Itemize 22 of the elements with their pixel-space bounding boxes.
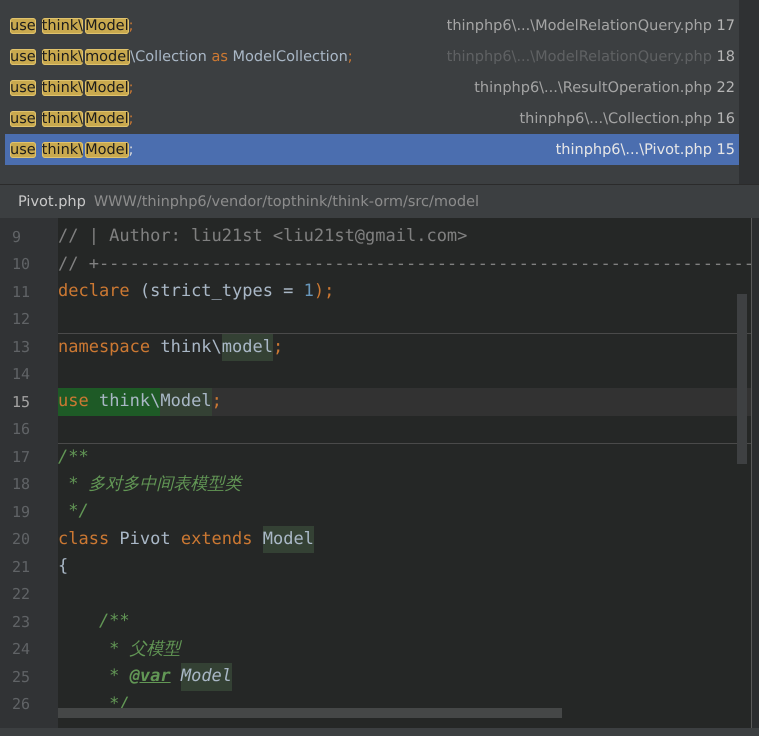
code-line: // | Author: liu21st <liu21st@gmail.com> — [58, 225, 468, 248]
line-number: 15 — [12, 392, 30, 411]
code-line: * 父模型 — [108, 638, 181, 660]
code-line: namespace think\model; — [58, 334, 284, 361]
usage-row[interactable]: use think\Model; thinphp6\...\ResultOperation.php 22 — [5, 72, 739, 103]
usage-row[interactable]: use think\Model; thinphp6\...\Pivot.php 15 — [5, 134, 739, 165]
code-line: * @var Model — [58, 663, 232, 690]
horizontal-scrollbar[interactable] — [58, 708, 562, 718]
usage-row[interactable]: use think\Model; thinphp6\...\Collection.php 16 — [5, 103, 739, 134]
code-line: { — [58, 555, 68, 578]
code-line: class Pivot extends Model — [58, 526, 314, 553]
code-line: /** — [98, 610, 130, 633]
vertical-scrollbar[interactable] — [737, 294, 747, 464]
usage-row[interactable]: use think\Model; thinphp6\...\ModelRelationQuery.php 17 — [5, 10, 739, 41]
file-path: WWW/thinphp6/vendor/topthink/think-orm/src/model — [94, 194, 480, 210]
code-line: declare (strict_types = 1); — [58, 280, 334, 303]
file-name: Pivot.php — [18, 194, 86, 210]
code-line: use think\Model; — [58, 388, 222, 416]
code-line: * 多对多中间表模型类 — [67, 472, 242, 496]
code-line: */ — [67, 500, 89, 523]
code-line: // +---------------------------------------------------------------- — [58, 252, 751, 276]
code-line: /** — [58, 446, 89, 468]
